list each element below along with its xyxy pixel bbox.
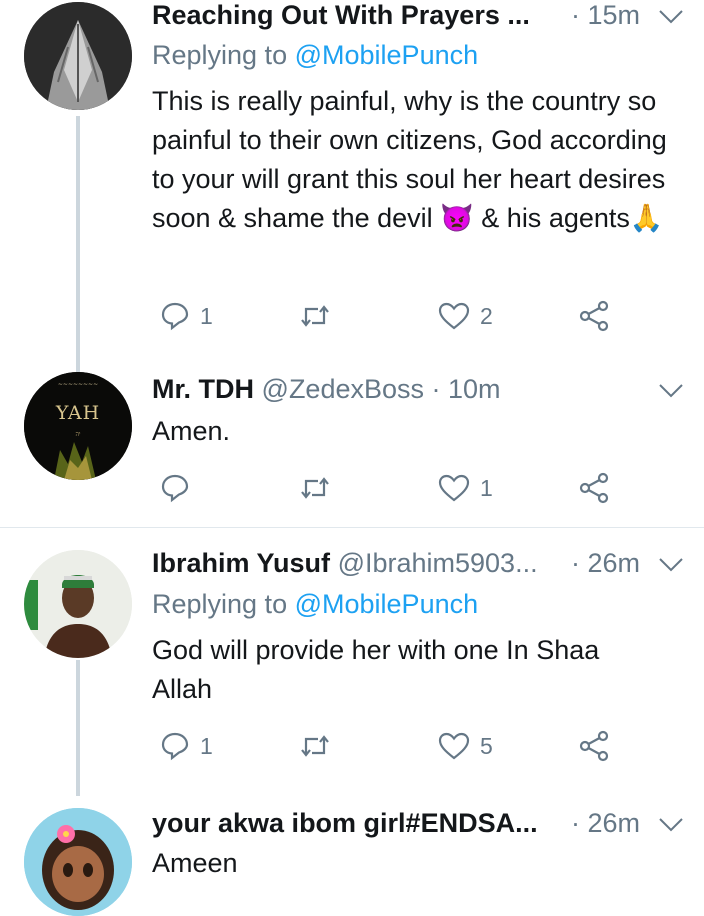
tweet-header: your akwa ibom girl#ENDSA... · 26m xyxy=(152,808,684,848)
like-count: 2 xyxy=(480,302,493,329)
reply-button[interactable]: 1 xyxy=(160,726,213,766)
timestamp[interactable]: · 26m xyxy=(571,548,640,579)
reply-count: 1 xyxy=(200,732,213,759)
mention-link[interactable]: @MobilePunch xyxy=(295,40,479,70)
tweet-1[interactable]: Reaching Out With Prayers ... · 15m Repl… xyxy=(0,0,704,372)
like-count: 5 xyxy=(480,732,493,759)
retweet-icon xyxy=(301,735,329,757)
user-handle[interactable]: @Ibrahim5903... xyxy=(338,548,538,578)
replying-to: Replying to @MobilePunch xyxy=(152,589,479,619)
share-button[interactable] xyxy=(578,468,610,508)
retweet-button[interactable] xyxy=(298,468,342,508)
share-icon xyxy=(579,472,609,504)
retweet-button[interactable] xyxy=(298,296,342,336)
share-button[interactable] xyxy=(578,296,610,336)
reply-icon xyxy=(161,474,189,503)
tweet-actions: 1 2 xyxy=(152,296,632,336)
reply-button[interactable]: 1 xyxy=(160,296,213,336)
tweet-text: Amen. xyxy=(152,416,231,446)
tweet-header: Reaching Out With Prayers ... · 15m xyxy=(152,0,684,40)
retweet-icon xyxy=(301,305,329,327)
tweet-actions: 1 5 xyxy=(152,726,632,766)
svg-text:יה: יה xyxy=(75,431,80,438)
timestamp[interactable]: · 26m xyxy=(571,808,640,839)
retweet-icon xyxy=(301,477,329,499)
share-icon xyxy=(579,730,609,762)
praying-hands-avatar-image xyxy=(24,2,132,110)
share-icon xyxy=(579,300,609,332)
tweet-header: Ibrahim Yusuf @Ibrahim5903... · 26m xyxy=(152,548,684,588)
tweet-actions: 1 xyxy=(152,468,632,508)
like-button[interactable]: 1 xyxy=(438,468,493,508)
heart-icon xyxy=(438,474,470,502)
thread-line xyxy=(76,116,80,372)
avatar[interactable] xyxy=(24,808,132,916)
chevron-down-icon[interactable] xyxy=(658,382,684,400)
thread-line xyxy=(76,660,80,796)
tweet-4[interactable]: your akwa ibom girl#ENDSA... · 26m Ameen xyxy=(0,796,704,916)
tweet-2[interactable]: ~~~~~~~~ יה YAH Mr. TDH @ZedexBoss · 10m… xyxy=(0,372,704,527)
share-button[interactable] xyxy=(578,726,610,766)
yah-avatar-image: ~~~~~~~~ יה xyxy=(24,372,132,480)
tweet-text: God will provide her with one In Shaa Al… xyxy=(152,635,600,704)
display-name[interactable]: Mr. TDH xyxy=(152,374,254,404)
tweet-text: Ameen xyxy=(152,848,238,878)
user-handle[interactable]: @ZedexBoss xyxy=(262,374,424,404)
chevron-down-icon[interactable] xyxy=(658,8,684,26)
mention-link[interactable]: @MobilePunch xyxy=(295,589,479,619)
avatar[interactable] xyxy=(24,550,132,658)
replying-to: Replying to @MobilePunch xyxy=(152,40,479,70)
heart-icon xyxy=(438,302,470,330)
display-name[interactable]: Ibrahim Yusuf xyxy=(152,548,330,578)
like-count: 1 xyxy=(480,474,493,501)
tweet-3[interactable]: Ibrahim Yusuf @Ibrahim5903... · 26m Repl… xyxy=(0,528,704,796)
display-name[interactable]: your akwa ibom girl#ENDSA... xyxy=(152,808,538,838)
chevron-down-icon[interactable] xyxy=(658,556,684,574)
display-name[interactable]: Reaching Out With Prayers ... xyxy=(152,0,530,30)
person-avatar-image xyxy=(24,550,132,658)
reply-button[interactable] xyxy=(160,468,200,508)
reply-icon xyxy=(161,732,189,761)
svg-text:~~~~~~~~: ~~~~~~~~ xyxy=(58,381,98,388)
like-button[interactable]: 2 xyxy=(438,296,493,336)
heart-icon xyxy=(438,732,470,760)
timestamp[interactable]: · 15m xyxy=(571,0,640,31)
retweet-button[interactable] xyxy=(298,726,342,766)
reply-icon xyxy=(161,302,189,331)
cartoon-girl-avatar-image xyxy=(24,808,132,916)
timestamp[interactable]: · 10m xyxy=(432,374,501,404)
avatar[interactable] xyxy=(24,2,132,110)
avatar[interactable]: ~~~~~~~~ יה YAH xyxy=(24,372,132,480)
chevron-down-icon[interactable] xyxy=(658,816,684,834)
tweet-text: This is really painful, why is the count… xyxy=(152,86,667,233)
avatar-text: YAH xyxy=(55,402,101,424)
like-button[interactable]: 5 xyxy=(438,726,493,766)
tweet-header: Mr. TDH @ZedexBoss · 10m xyxy=(152,374,684,414)
reply-count: 1 xyxy=(200,302,213,329)
